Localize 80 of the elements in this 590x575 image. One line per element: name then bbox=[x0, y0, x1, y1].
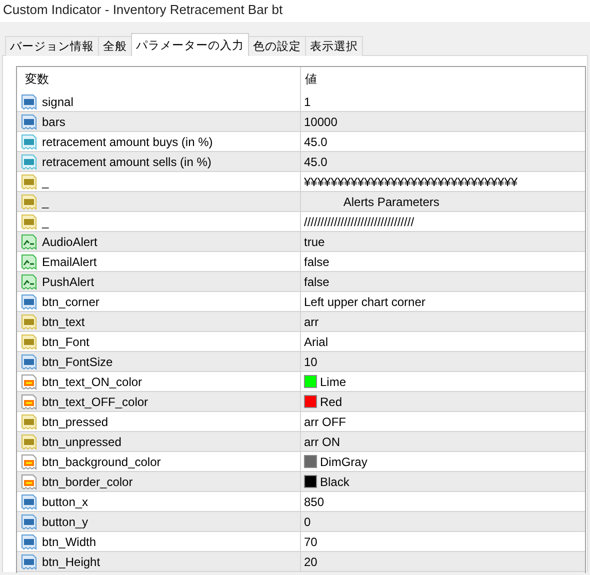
parameter-name: signal bbox=[42, 94, 74, 108]
parameter-value[interactable]: 1 bbox=[304, 94, 311, 108]
parameter-value[interactable]: Lime bbox=[320, 374, 346, 388]
tab[interactable]: バージョン情報 bbox=[5, 36, 99, 56]
window-title: Custom Indicator - Inventory Retracement Bar bt bbox=[0, 0, 590, 22]
palette-icon bbox=[21, 454, 37, 470]
parameter-value[interactable]: ¥¥¥¥¥¥¥¥¥¥¥¥¥¥¥¥¥¥¥¥¥¥¥¥¥¥¥¥¥¥¥¥ bbox=[304, 174, 518, 188]
parameter-name: retracement amount sells (in %) bbox=[42, 154, 212, 168]
type-icon bbox=[21, 154, 37, 170]
parameter-value[interactable]: 850 bbox=[304, 494, 324, 508]
type-icon bbox=[21, 554, 37, 570]
column-header: 変数 bbox=[25, 71, 49, 88]
palette-icon bbox=[21, 374, 37, 390]
type-icon bbox=[21, 314, 37, 330]
tab[interactable]: パラメーターの入力 bbox=[131, 33, 249, 56]
type-icon bbox=[21, 514, 37, 530]
parameter-name: PushAlert bbox=[42, 274, 94, 288]
parameter-value[interactable]: arr OFF bbox=[304, 414, 346, 428]
parameter-value[interactable]: 45.0 bbox=[304, 154, 328, 168]
type-icon bbox=[21, 494, 37, 510]
parameter-value[interactable]: Black bbox=[320, 474, 350, 488]
type-icon bbox=[21, 94, 37, 110]
palette-icon bbox=[21, 394, 37, 410]
parameter-name: btn_unpressed bbox=[42, 434, 122, 448]
type-icon bbox=[21, 334, 37, 350]
parameter-name: EmailAlert bbox=[42, 254, 97, 268]
type-icon bbox=[21, 114, 37, 130]
parameter-name: btn_Font bbox=[42, 334, 90, 348]
parameter-value[interactable]: ///////////////////////////////// bbox=[304, 214, 414, 228]
parameter-value[interactable]: 0 bbox=[304, 514, 311, 528]
type-icon bbox=[21, 134, 37, 150]
type-icon bbox=[21, 174, 37, 190]
parameter-value[interactable]: false bbox=[304, 254, 330, 268]
palette-icon bbox=[21, 474, 37, 490]
parameter-name: retracement amount buys (in %) bbox=[42, 134, 213, 148]
parameter-name: btn_text_OFF_color bbox=[42, 394, 148, 408]
parameter-value[interactable]: 45.0 bbox=[304, 134, 328, 148]
parameter-name: AudioAlert bbox=[42, 234, 98, 248]
parameter-value[interactable]: true bbox=[304, 234, 325, 248]
parameter-value[interactable]: arr bbox=[304, 314, 319, 328]
parameter-name: btn_Height bbox=[42, 554, 100, 568]
parameter-name: btn_background_color bbox=[42, 454, 161, 468]
parameter-value[interactable]: false bbox=[304, 274, 330, 288]
parameter-value[interactable]: Arial bbox=[304, 334, 328, 348]
parameter-name: btn_Width bbox=[42, 534, 96, 548]
column-header: 値 bbox=[305, 71, 317, 88]
chart-line-icon bbox=[21, 274, 37, 290]
parameter-name: bars bbox=[42, 114, 66, 128]
tab[interactable]: 全般 bbox=[98, 36, 132, 56]
parameter-name: button_y bbox=[42, 514, 88, 528]
parameter-value[interactable]: Alerts Parameters bbox=[304, 194, 440, 208]
type-icon bbox=[21, 214, 37, 230]
parameter-name: _ bbox=[42, 174, 49, 188]
type-icon bbox=[21, 534, 37, 550]
parameter-name: button_x bbox=[42, 494, 88, 508]
parameter-value[interactable]: DimGray bbox=[320, 454, 368, 468]
parameter-name: _ bbox=[42, 214, 49, 228]
parameter-value[interactable]: 10000 bbox=[304, 114, 338, 128]
tab[interactable]: 色の設定 bbox=[248, 36, 306, 56]
parameter-name: btn_FontSize bbox=[42, 354, 113, 368]
chart-line-icon bbox=[21, 234, 37, 250]
type-icon bbox=[21, 434, 37, 450]
parameter-name: btn_pressed bbox=[42, 414, 108, 428]
parameter-name: btn_border_color bbox=[42, 474, 133, 488]
type-icon bbox=[21, 414, 37, 430]
type-icon bbox=[21, 294, 37, 310]
parameter-value[interactable]: 70 bbox=[304, 534, 318, 548]
parameter-value[interactable]: 20 bbox=[304, 554, 318, 568]
parameter-value[interactable]: Left upper chart corner bbox=[304, 294, 426, 308]
type-icon bbox=[21, 194, 37, 210]
type-icon bbox=[21, 354, 37, 370]
parameter-value[interactable]: 10 bbox=[304, 354, 318, 368]
parameter-name: btn_corner bbox=[42, 294, 100, 308]
tab[interactable]: 表示選択 bbox=[305, 36, 363, 56]
parameter-value[interactable]: Red bbox=[320, 394, 342, 408]
parameter-value[interactable]: arr ON bbox=[304, 434, 340, 448]
parameter-name: btn_text_ON_color bbox=[42, 374, 142, 388]
chart-line-icon bbox=[21, 254, 37, 270]
parameter-name: _ bbox=[42, 194, 49, 208]
parameter-name: btn_text bbox=[42, 314, 85, 328]
